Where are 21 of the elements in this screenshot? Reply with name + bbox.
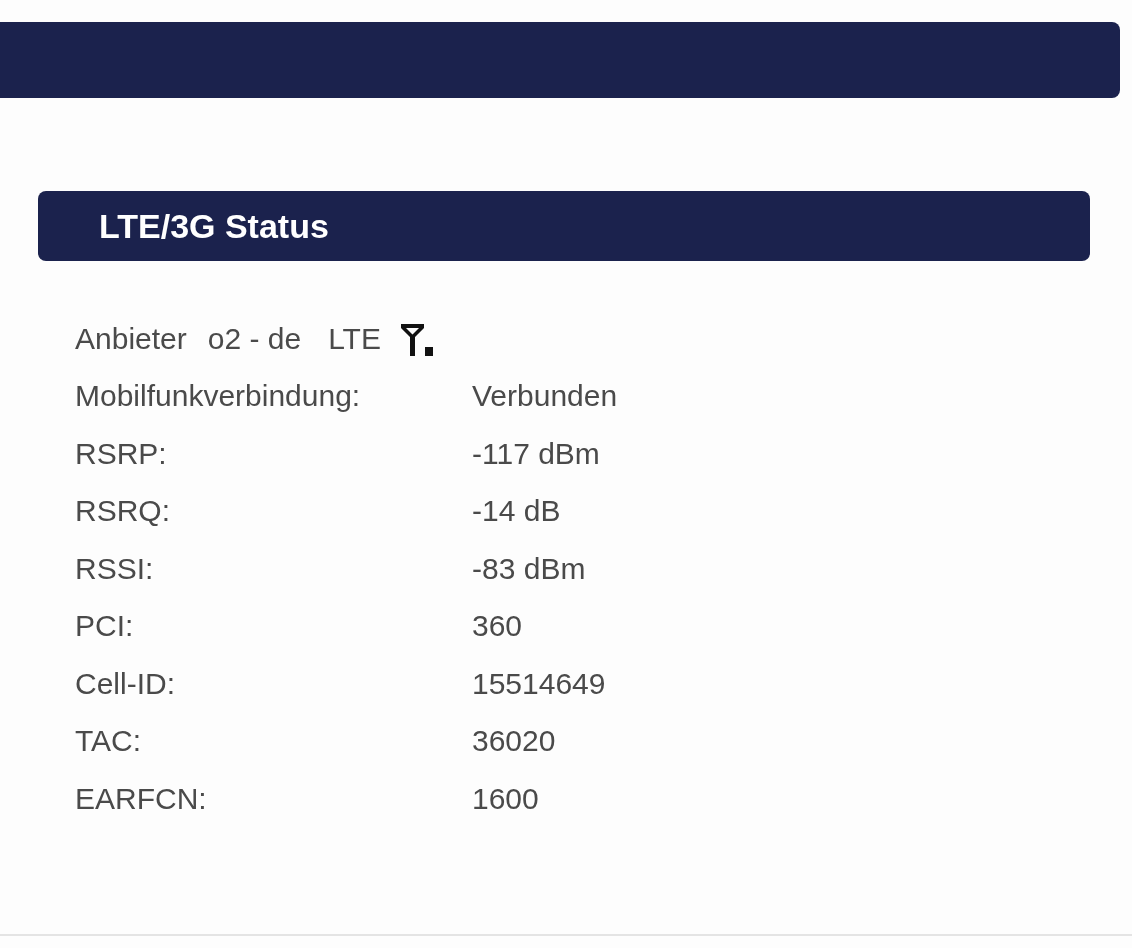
field-label: EARFCN: bbox=[75, 780, 207, 817]
section-title: LTE/3G Status bbox=[99, 206, 329, 246]
field-label: TAC: bbox=[75, 723, 142, 760]
field-value: 360 bbox=[472, 608, 523, 645]
field-value: -117 dBm bbox=[472, 435, 600, 472]
field-value: -14 dB bbox=[472, 493, 561, 530]
provider-name: o2 - de bbox=[207, 320, 302, 357]
field-label: RSRP: bbox=[75, 435, 167, 472]
antenna-signal-icon bbox=[400, 323, 434, 356]
field-label: Cell-ID: bbox=[75, 665, 175, 702]
provider-label: Anbieter bbox=[75, 320, 187, 357]
field-value: 15514649 bbox=[472, 665, 606, 702]
network-type: LTE bbox=[328, 320, 381, 357]
field-label: PCI: bbox=[75, 608, 134, 645]
field-label: RSRQ: bbox=[75, 493, 170, 530]
field-label: Mobilfunkverbindung: bbox=[75, 378, 361, 415]
field-value: -83 dBm bbox=[472, 550, 586, 587]
field-value: Verbunden bbox=[472, 378, 618, 415]
field-value: 1600 bbox=[472, 780, 539, 817]
field-value: 36020 bbox=[472, 723, 556, 760]
field-label: RSSI: bbox=[75, 550, 154, 587]
